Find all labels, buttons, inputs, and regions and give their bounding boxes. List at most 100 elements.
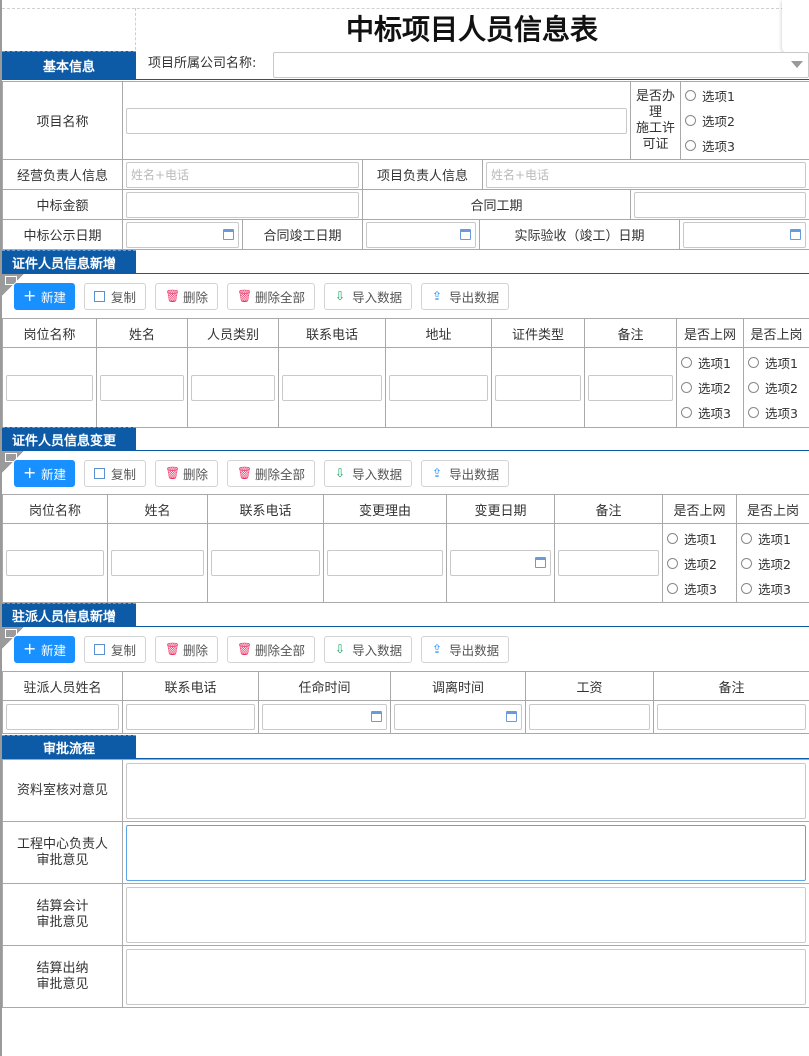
accountant-opinion-textarea[interactable] [126,886,806,943]
new-button[interactable]: + 新建 [14,635,76,663]
name-input[interactable] [111,550,204,576]
export-button[interactable]: ⇪ 导出数据 [421,459,510,487]
option-label: 选项3 [702,139,735,154]
delete-button[interactable]: 🗑 删除 [155,635,219,663]
radio-icon [685,115,697,126]
permit-option-3[interactable]: 选项3 [685,133,806,158]
calendar-icon [223,228,234,240]
engineering-opinion-textarea[interactable] [126,824,806,881]
copy-button[interactable]: 复制 [84,282,147,310]
new-button[interactable]: + 新建 [14,282,76,310]
delete-button[interactable]: 🗑 删除 [155,282,219,310]
option-label: 选项2 [765,381,798,396]
export-icon: ⇪ [432,642,443,656]
option-label: 选项1 [684,531,717,547]
section-header-basic: 基本信息 [2,51,136,79]
copy-icon [94,643,106,655]
remark-input[interactable] [657,704,806,730]
copy-icon [94,290,106,302]
name-input[interactable] [100,374,184,401]
position-input[interactable] [6,374,93,401]
proj-leader-input[interactable] [486,161,807,188]
acceptance-date-input[interactable] [683,221,806,248]
remark-input[interactable] [588,374,673,401]
change-reason-input[interactable] [327,550,443,576]
onduty-option-1[interactable]: 选项1 [748,350,806,375]
online-option-3[interactable]: 选项3 [667,576,733,601]
permit-option-2[interactable]: 选项2 [685,108,806,133]
col-header: 备注 [653,671,809,701]
section-header-approval: 审批流程 [2,735,136,758]
archive-opinion-textarea[interactable] [126,762,806,819]
col-header: 变更理由 [323,494,447,524]
leave-date-input[interactable] [394,704,522,730]
plus-icon: + [23,639,37,658]
online-option-2[interactable]: 选项2 [667,551,733,576]
category-input[interactable] [191,374,275,401]
project-name-input[interactable] [126,107,628,134]
phone-input[interactable] [211,550,320,576]
resident-name-input[interactable] [6,704,119,730]
approval-row: 结算会计 审批意见 [2,883,809,946]
export-button[interactable]: ⇪ 导出数据 [421,282,510,310]
onduty-option-2[interactable]: 选项2 [741,551,806,576]
delete-all-button[interactable]: 🗑 删除全部 [227,635,316,663]
online-option-1[interactable]: 选项1 [681,350,740,375]
button-label: 导出数据 [449,642,500,658]
online-option-1[interactable]: 选项1 [667,526,733,551]
trash-all-icon: 🗑 [237,466,253,480]
phone-input[interactable] [126,704,255,730]
proj-leader-label: 项目负责人信息 [362,159,483,190]
section-header-cert-change: 证件人员信息变更 [2,427,136,450]
calendar-icon [460,228,471,240]
online-option-2[interactable]: 选项2 [681,375,740,400]
button-label: 复制 [111,289,137,305]
col-header: 备注 [554,494,663,524]
new-button[interactable]: + 新建 [14,459,76,487]
import-button[interactable]: ⇩ 导入数据 [324,282,413,310]
scroll-corner[interactable] [782,0,809,56]
address-input[interactable] [389,374,488,401]
page-title: 中标项目人员信息表 [345,13,598,46]
phone-input[interactable] [282,374,382,401]
contract-period-input[interactable] [634,191,807,218]
position-input[interactable] [6,550,104,576]
online-option-3[interactable]: 选项3 [681,400,740,425]
trash-icon: 🗑 [165,289,181,303]
table-row: 选项1 选项2 选项3 选项1 选项2 选项3 [2,347,809,428]
radio-icon [748,407,759,418]
date-row-table: 中标公示日期 合同竣工日期 实际验收（竣工）日期 [2,219,809,250]
basic-info-table: 项目名称 是否办理 施工许可证 选项1 选项2 选项3 经营负责人信息 项目负责… [2,81,809,220]
copy-button[interactable]: 复制 [84,459,147,487]
col-header: 岗位名称 [2,494,108,524]
col-header: 联系电话 [122,671,259,701]
delete-all-button[interactable]: 🗑 删除全部 [227,459,316,487]
cashier-opinion-textarea[interactable] [126,948,806,1005]
remark-input[interactable] [558,550,659,576]
import-button[interactable]: ⇩ 导入数据 [324,635,413,663]
delete-all-button[interactable]: 🗑 删除全部 [227,282,316,310]
table-row: 选项1 选项2 选项3 选项1 选项2 选项3 [2,523,809,603]
onduty-option-3[interactable]: 选项3 [741,576,806,601]
col-header: 是否上岗 [736,494,809,524]
copy-button[interactable]: 复制 [84,635,147,663]
cert-type-input[interactable] [495,374,581,401]
biz-leader-input[interactable] [126,161,359,188]
company-select[interactable] [273,52,809,78]
onduty-option-2[interactable]: 选项2 [748,375,806,400]
import-button[interactable]: ⇩ 导入数据 [324,459,413,487]
delete-button[interactable]: 🗑 删除 [155,459,219,487]
export-button[interactable]: ⇪ 导出数据 [421,635,510,663]
col-header: 变更日期 [446,494,555,524]
salary-input[interactable] [529,704,650,730]
col-header: 岗位名称 [2,318,97,348]
online-radio-group: 选项1 选项2 选项3 [662,523,737,603]
permit-option-1[interactable]: 选项1 [685,83,806,108]
onduty-option-3[interactable]: 选项3 [748,400,806,425]
appoint-date-input[interactable] [262,704,387,730]
permit-label: 是否办理 施工许可证 [630,81,682,160]
bid-amount-input[interactable] [126,191,359,218]
biz-leader-label: 经营负责人信息 [2,159,123,190]
onduty-option-1[interactable]: 选项1 [741,526,806,551]
plus-icon: + [23,286,37,305]
